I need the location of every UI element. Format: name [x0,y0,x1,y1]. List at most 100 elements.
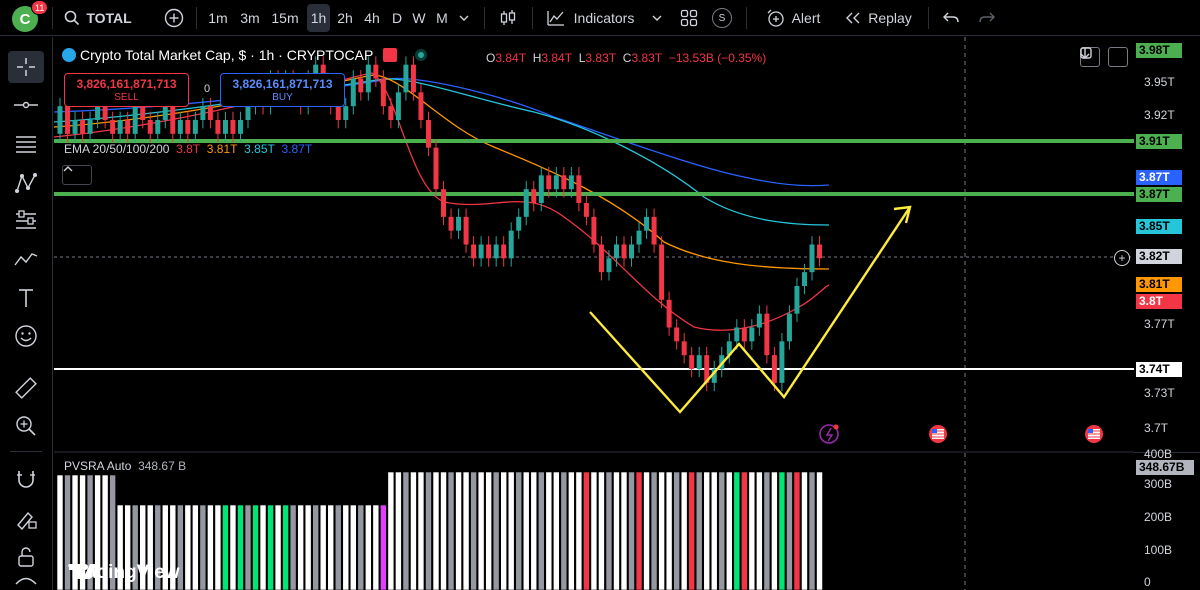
redo-button[interactable] [974,0,1000,36]
us-flag-event-icon[interactable] [929,425,947,443]
ema100-value: 3.85T [244,142,275,156]
magnet-tool[interactable] [8,463,44,495]
timeframe-1m[interactable]: 1m [204,0,232,36]
volume-bar [297,504,304,590]
alert-button[interactable]: Alert [758,0,828,36]
pvsra-legend[interactable]: PVSRA Auto 348.67 B [64,459,186,473]
tick-label: 3.73T [1144,386,1175,400]
undo-button[interactable] [938,0,964,36]
volume-bar [741,471,748,590]
candle-body [659,244,665,300]
trend-line-tool[interactable] [8,89,44,121]
candle-body [222,120,228,134]
timeframe-m[interactable]: M [433,0,451,36]
candle-body [463,216,469,245]
indicators-label: Indicators [573,10,635,26]
ema-legend[interactable]: EMA 20/50/100/200 3.8T 3.81T 3.85T 3.87T [64,142,312,156]
candle-body [125,120,131,134]
volume-tick: 400B [1144,447,1173,461]
volume-bar [334,504,342,590]
timeframe-1h[interactable]: 1h [307,4,330,32]
symbol-search-button[interactable]: TOTAL [62,0,134,36]
volume-tick: 0 [1144,575,1151,589]
volume-bar [613,471,620,590]
text-tool[interactable] [8,282,44,314]
s-button[interactable]: S [710,0,734,36]
candle-body [809,244,815,273]
compare-symbol-button[interactable] [160,0,188,36]
lock-all-tool[interactable] [8,541,44,573]
fib-tool[interactable] [8,128,44,160]
candle-body [433,147,439,190]
spread-value: 0 [204,83,211,95]
magnet-icon [17,471,35,488]
volume-bar [372,504,380,590]
symbol-legend[interactable]: Crypto Total Market Cap, $ · 1h · CRYPTO… [62,47,428,63]
chart-pane[interactable]: Crypto Total Market Cap, $ · 1h · CRYPTO… [54,37,1134,590]
ema50-axis-label: 3.81T [1136,277,1182,292]
zoom-tool[interactable] [8,410,44,442]
ema200-axis-label: 3.87T [1136,170,1182,185]
layouts-button[interactable] [676,0,702,36]
candle-body [230,120,236,134]
volume-bar [703,471,711,590]
maximize-pane-button[interactable] [1080,47,1128,67]
sell-button[interactable]: 3,826,161,871,713 SELL [64,73,189,107]
replay-label: Replay [868,10,912,26]
timeframe-2h[interactable]: 2h [334,0,356,36]
smile-icon [15,325,37,347]
sell-label: SELL [114,92,139,103]
ema200-value: 3.87T [281,142,313,156]
replay-button[interactable]: Replay [838,0,918,36]
price-chart[interactable] [54,37,1134,590]
candle-body [140,106,146,120]
indicators-dropdown[interactable] [648,0,666,36]
candle-body [598,244,604,273]
emoji-tool[interactable] [8,320,44,352]
lock-draw-tool[interactable] [8,503,44,535]
price-axis[interactable]: 3.98T 3.95T 3.92T 3.91T 3.87T 3.87T 3.85… [1114,37,1200,590]
candle-body [441,189,447,217]
hline-3-74-label: 3.74T [1136,362,1182,377]
candle-body [80,120,86,134]
candle-body [689,355,695,369]
volume-bar [786,471,793,590]
divider [928,7,929,29]
volume-bar [244,504,252,590]
pattern-tool[interactable] [8,167,44,199]
us-flag-event-icon[interactable] [1085,425,1103,443]
crosshair-tool[interactable] [8,51,44,83]
chart-type-button[interactable] [494,0,522,36]
lightning-event-icon[interactable] [819,424,839,444]
volume-bar [778,471,786,590]
brush-tool[interactable] [8,243,44,275]
undo-icon [943,12,959,23]
text-icon [19,289,33,307]
add-alert-plus-button[interactable]: + [1114,250,1130,266]
timeframe-4h[interactable]: 4h [360,0,384,36]
timeframe-d[interactable]: D [389,0,405,36]
volume-bar [530,471,538,590]
maximize-icon [1080,47,1092,59]
volume-bar [560,471,568,590]
volume-bar [515,471,523,590]
rewind-icon [846,12,860,24]
indicators-button[interactable]: Indicators [542,0,638,36]
timeframe-dropdown[interactable] [455,0,473,36]
candle-body [117,120,123,134]
forecast-tool[interactable] [8,205,44,237]
timeframe-15m[interactable]: 15m [268,0,302,36]
volume-bar [485,471,492,590]
timeframe-w[interactable]: W [410,0,428,36]
measure-tool[interactable] [8,372,44,404]
candle-body [132,106,138,134]
buy-button[interactable]: 3,826,161,871,713 BUY [220,73,345,107]
volume-bar [537,471,545,590]
timeframe-3m[interactable]: 3m [236,0,264,36]
volume-bar [252,504,259,590]
candle-body [72,120,78,134]
visibility-tool[interactable] [8,577,44,590]
volume-bar [710,471,718,590]
collapse-legend-button[interactable] [62,165,92,185]
divider [484,7,485,29]
